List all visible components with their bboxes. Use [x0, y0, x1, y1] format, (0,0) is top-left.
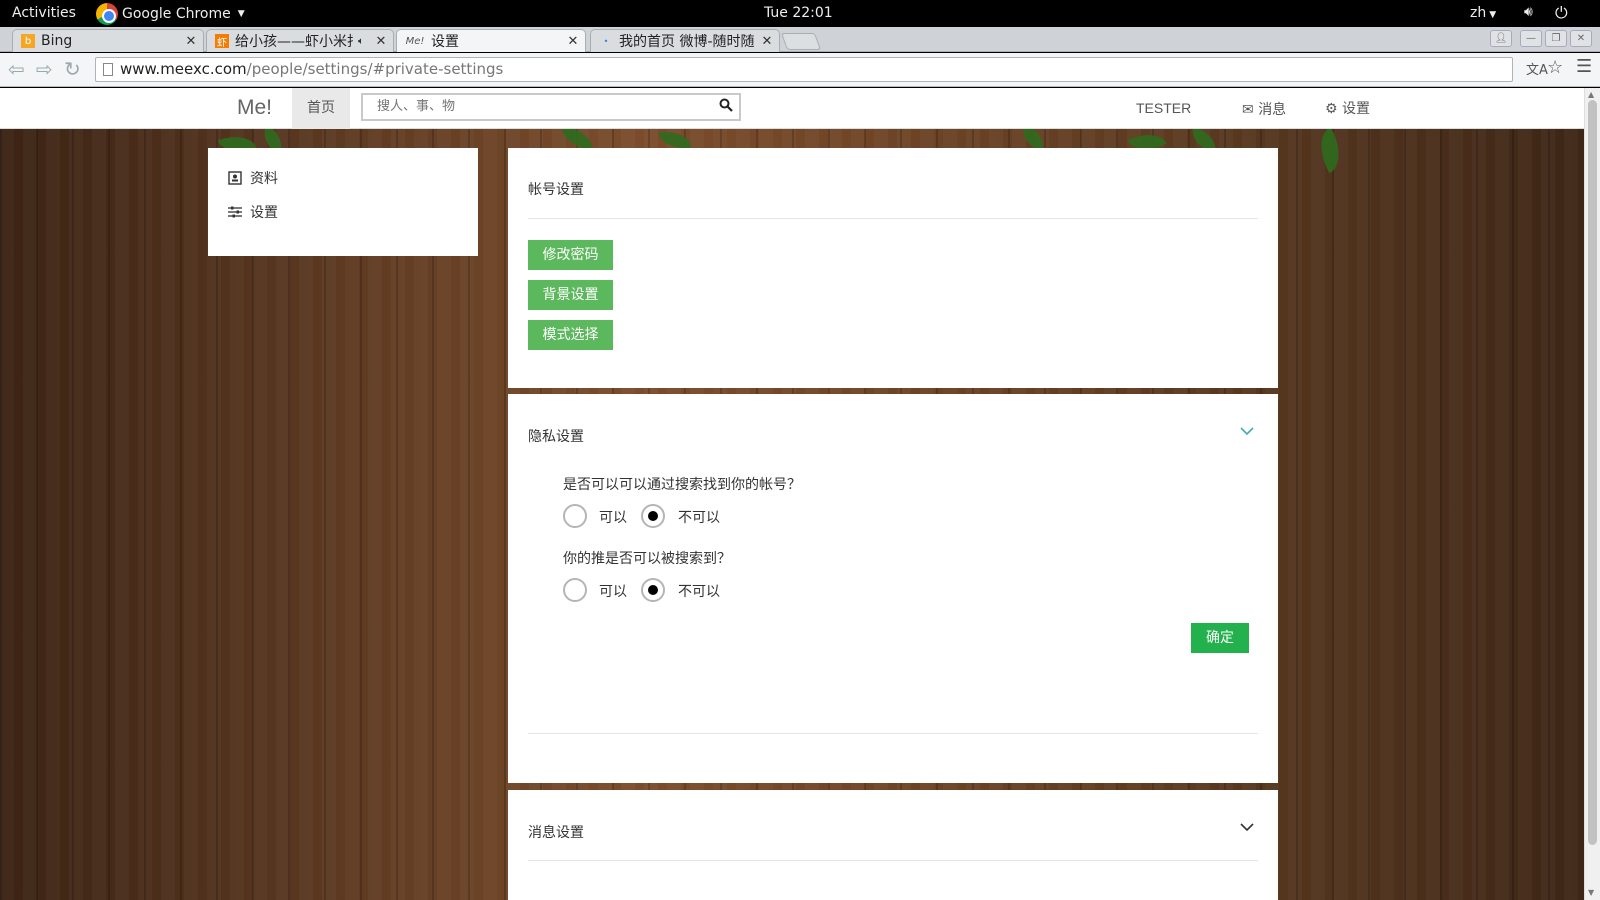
chevron-down-icon[interactable]: [1240, 820, 1254, 834]
app-menu[interactable]: Google Chrome ▼: [96, 3, 245, 25]
dropdown-arrow-icon: ▼: [1489, 10, 1497, 20]
panel-title: 帐号设置: [528, 182, 584, 198]
back-arrow-icon[interactable]: ⇦: [8, 57, 25, 81]
url-path: /people/settings/#private-settings: [246, 60, 504, 78]
account-settings-panel: 帐号设置 修改密码 背景设置 模式选择: [508, 148, 1278, 388]
question-posts-searchable: 你的推是否可以被搜索到？: [563, 551, 731, 567]
weibo-icon: •: [603, 36, 609, 46]
close-tab-icon[interactable]: ✕: [373, 34, 389, 49]
radio-posts-no[interactable]: [641, 578, 665, 602]
tab-title: 给小孩——虾小米打: [235, 34, 353, 50]
site-logo[interactable]: Me!: [237, 96, 272, 120]
close-tab-icon[interactable]: ✕: [183, 34, 199, 49]
panel-title: 隐私设置: [528, 429, 584, 445]
confirm-button[interactable]: 确定: [1191, 623, 1249, 653]
nav-home-link[interactable]: 首页: [292, 88, 350, 129]
chevron-down-icon[interactable]: [1240, 424, 1254, 438]
search-input[interactable]: [377, 99, 707, 114]
scrollbar-thumb[interactable]: [1588, 100, 1597, 845]
page-viewport: Me! 首页 TESTER ✉ 消息 ⚙ 设置 资料: [0, 88, 1584, 900]
address-bar[interactable]: www.meexc.com/people/settings/#private-s…: [95, 57, 1513, 82]
clock[interactable]: Tue 22:01: [764, 5, 833, 21]
chrome-logo-icon: [96, 3, 118, 25]
radio-account-yes[interactable]: [563, 504, 587, 528]
radio-label: 可以: [599, 584, 627, 600]
minimize-icon[interactable]: —: [1520, 30, 1542, 47]
tab-title: 我的首页 微博-随时随: [619, 34, 755, 50]
profile-icon: [228, 171, 242, 185]
forward-arrow-icon[interactable]: ⇨: [36, 57, 53, 81]
sidebar-item-profile[interactable]: 资料: [228, 168, 278, 188]
volume-icon[interactable]: 🔊︎: [1524, 4, 1533, 20]
radio-label: 可以: [599, 510, 627, 526]
tab-bing[interactable]: b Bing ✕: [12, 29, 204, 52]
power-icon[interactable]: ⏻: [1555, 3, 1568, 23]
sidebar-item-label: 资料: [250, 171, 278, 187]
site-navbar: Me! 首页 TESTER ✉ 消息 ⚙ 设置: [0, 88, 1584, 129]
audio-playing-icon: 🔈︎: [358, 35, 364, 47]
dropdown-arrow-icon: ▼: [237, 9, 245, 19]
radio-label: 不可以: [678, 584, 720, 600]
scroll-up-icon[interactable]: ▲: [1588, 90, 1594, 99]
browser-toolbar: ⇦ ⇨ ↻ www.meexc.com/people/settings/#pri…: [0, 53, 1600, 87]
close-window-icon[interactable]: ✕: [1570, 30, 1592, 47]
page-scrollbar[interactable]: ▲ ▼: [1584, 88, 1600, 900]
tab-title: Bing: [41, 33, 73, 49]
leaf-decoration: [1309, 126, 1351, 174]
close-tab-icon[interactable]: ✕: [565, 34, 581, 49]
leaf-decoration: [558, 125, 596, 151]
menu-icon[interactable]: ☰: [1576, 56, 1592, 77]
os-top-bar: Activities Google Chrome ▼ Tue 22:01 zh ▼…: [0, 0, 1600, 27]
bing-icon: b: [21, 34, 35, 48]
star-icon[interactable]: ☆: [1547, 57, 1563, 78]
close-tab-icon[interactable]: ✕: [759, 34, 775, 49]
sliders-icon: [228, 206, 242, 218]
restore-icon[interactable]: ❐: [1545, 30, 1567, 47]
xiami-icon: 虾: [215, 34, 229, 49]
scroll-down-icon[interactable]: ▼: [1588, 888, 1594, 897]
user-name-link[interactable]: TESTER: [1136, 100, 1191, 116]
tab-title: 设置: [431, 34, 459, 50]
privacy-settings-panel: 隐私设置 是否可以可以通过搜索找到你的帐号？ 可以 不可以 你的推是否可以被搜索…: [508, 394, 1278, 783]
meexc-icon: Me!: [405, 35, 425, 47]
activities-button[interactable]: Activities: [12, 5, 76, 21]
question-account-searchable: 是否可以可以通过搜索找到你的帐号？: [563, 477, 801, 493]
new-tab-button[interactable]: [780, 33, 822, 50]
language-menu[interactable]: zh ▼: [1470, 5, 1496, 21]
tab-weibo[interactable]: • 我的首页 微博-随时随 ✕: [590, 29, 780, 52]
tab-strip: b Bing ✕ 虾 给小孩——虾小米打 🔈︎ ✕ Me! 设置 ✕ • 我的首…: [0, 27, 1600, 52]
panel-title: 消息设置: [528, 825, 584, 841]
settings-sidebar: 资料 设置: [208, 148, 478, 256]
envelope-icon: ✉: [1242, 102, 1254, 118]
divider: [528, 733, 1258, 734]
mode-select-button[interactable]: 模式选择: [528, 320, 613, 350]
gear-icon: ⚙: [1325, 101, 1338, 117]
settings-link[interactable]: ⚙ 设置: [1325, 98, 1370, 118]
url-host: www.meexc.com: [120, 60, 247, 78]
search-box: [361, 93, 741, 121]
messages-label: 消息: [1258, 102, 1287, 118]
translate-icon[interactable]: 文A: [1526, 59, 1548, 78]
radio-label: 不可以: [678, 510, 720, 526]
divider: [528, 860, 1258, 861]
message-settings-panel: 消息设置: [508, 790, 1278, 900]
search-icon[interactable]: [719, 98, 733, 112]
sidebar-item-label: 设置: [250, 205, 278, 221]
reload-icon[interactable]: ↻: [64, 57, 81, 81]
settings-label: 设置: [1342, 101, 1371, 117]
profile-icon[interactable]: 👤︎: [1490, 30, 1512, 47]
background-settings-button[interactable]: 背景设置: [528, 280, 613, 310]
radio-account-no[interactable]: [641, 504, 665, 528]
sidebar-item-settings[interactable]: 设置: [228, 202, 278, 222]
language-label: zh: [1470, 5, 1487, 21]
change-password-button[interactable]: 修改密码: [528, 240, 613, 270]
divider: [528, 218, 1258, 219]
page-icon: [103, 63, 113, 76]
app-menu-label: Google Chrome: [122, 6, 231, 22]
tab-settings[interactable]: Me! 设置 ✕: [396, 29, 586, 52]
messages-link[interactable]: ✉ 消息: [1242, 99, 1286, 119]
radio-posts-yes[interactable]: [563, 578, 587, 602]
tab-xiami[interactable]: 虾 给小孩——虾小米打 🔈︎ ✕: [206, 29, 394, 52]
